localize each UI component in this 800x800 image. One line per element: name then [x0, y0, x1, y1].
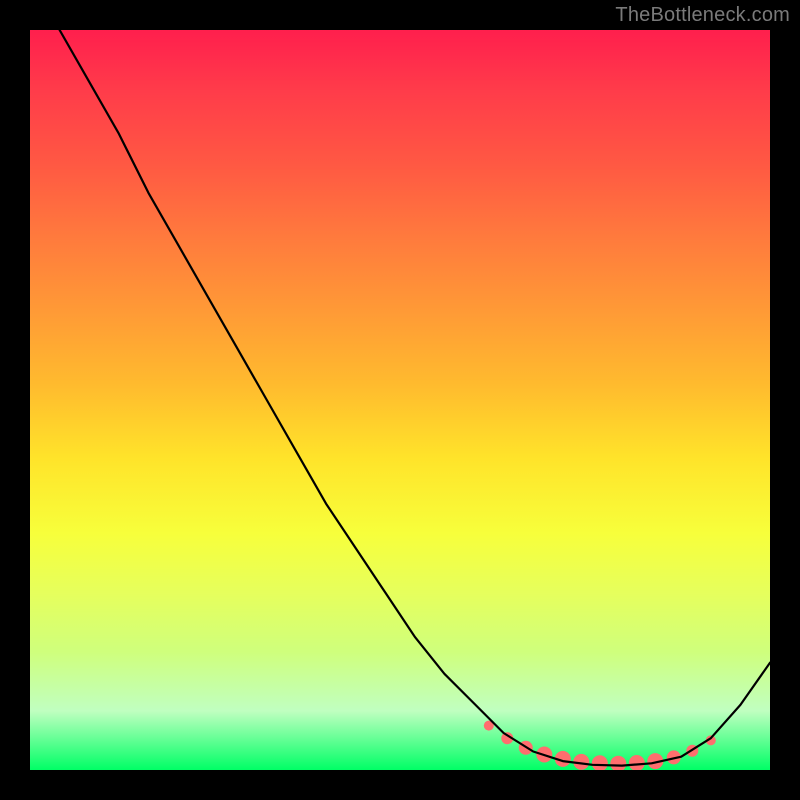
marker-dot [592, 755, 608, 770]
plot-area [30, 30, 770, 770]
curve-line [30, 30, 770, 766]
marker-dot [629, 755, 645, 770]
chart-svg [30, 30, 770, 770]
frame: TheBottleneck.com [0, 0, 800, 800]
marker-band [484, 721, 716, 770]
watermark-text: TheBottleneck.com [615, 4, 790, 27]
marker-dot [610, 756, 626, 770]
